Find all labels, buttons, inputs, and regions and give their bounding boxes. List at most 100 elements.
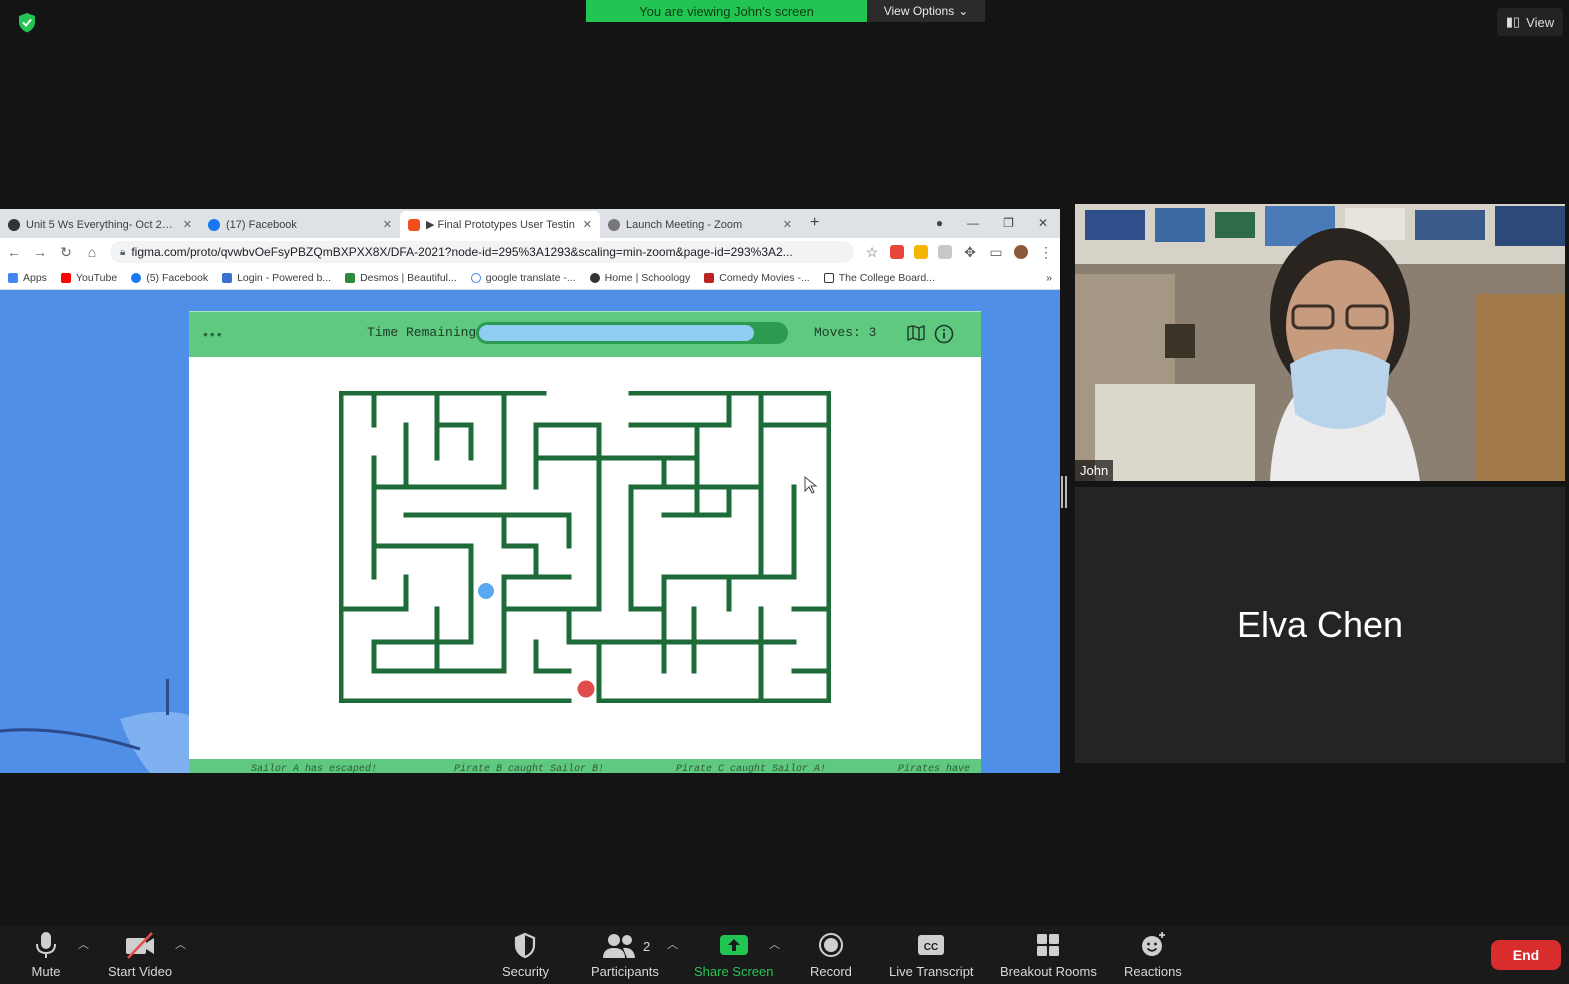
video-off-icon [126, 932, 155, 959]
map-icon[interactable] [907, 325, 925, 341]
browser-tab[interactable]: (17) Facebook ✕ [200, 211, 400, 238]
game-header: ••• Time Remaining Moves: 3 [189, 311, 981, 357]
tab-label: ▶ Final Prototypes User Testin [426, 219, 575, 231]
game-board [189, 357, 981, 759]
bookmark-item[interactable]: Comedy Movies -... [704, 271, 810, 284]
cast-icon[interactable]: ▭ [988, 244, 1004, 261]
star-icon[interactable]: ☆ [864, 244, 880, 261]
participant-name-elva: Elva Chen [1236, 604, 1404, 645]
bookmark-item[interactable]: Login - Powered b... [222, 272, 331, 284]
avatar[interactable] [1014, 245, 1028, 259]
back-icon[interactable]: ← [6, 244, 22, 260]
participant-tile-elva[interactable]: Elva Chen [1075, 487, 1565, 763]
bookmark-item[interactable]: YouTube [60, 271, 118, 284]
bookmark-item[interactable]: Desmos | Beautiful... [345, 272, 457, 284]
record-button[interactable]: Record [810, 930, 852, 979]
facebook-icon [131, 272, 142, 283]
participants-options-chevron-icon[interactable]: ︿ [667, 936, 678, 952]
menu-dots-icon[interactable]: ••• [203, 326, 224, 342]
more-icon[interactable]: ⋮ [1038, 244, 1054, 261]
close-tab-icon[interactable]: ✕ [783, 218, 792, 231]
home-icon[interactable]: ⌂ [84, 244, 100, 260]
browser-tab[interactable]: Unit 5 Ws Everything- Oct 29 2 ✕ [0, 211, 200, 238]
live-transcript-button[interactable]: CC Live Transcript [889, 930, 974, 979]
info-icon[interactable] [934, 324, 954, 344]
breakout-rooms-label: Breakout Rooms [1000, 964, 1097, 979]
facebook-icon [208, 218, 220, 231]
time-remaining-label: Time Remaining [367, 325, 477, 340]
ticker-item: Pirate B caught Sailor B! [454, 764, 605, 773]
bookmark-item[interactable]: (5) Facebook [131, 272, 208, 284]
video-options-chevron-icon[interactable]: ︿ [175, 936, 186, 952]
participants-icon: 2 [602, 934, 650, 958]
breakout-rooms-icon [1037, 934, 1060, 956]
meeting-toolbar: Mute ︿ Start Video ︿ Security 2 Particip… [0, 926, 1569, 984]
close-tab-icon[interactable]: ✕ [383, 218, 392, 231]
view-button[interactable]: ▮▯ View [1497, 8, 1563, 36]
browser-tab[interactable]: Launch Meeting - Zoom ✕ [600, 211, 800, 238]
bookmark-label: Apps [23, 271, 47, 284]
ship-illustration [0, 679, 189, 773]
close-window-icon[interactable]: ✕ [1038, 216, 1048, 230]
audio-options-chevron-icon[interactable]: ︿ [78, 936, 89, 952]
participant-video-john[interactable] [1075, 204, 1565, 481]
close-tab-icon[interactable]: ✕ [583, 218, 592, 231]
ticker-item: Pirate C caught Sailor A! [676, 764, 827, 773]
lock-icon: 🔒︎ [120, 246, 126, 258]
extension-icon[interactable] [890, 245, 904, 259]
extension-icon[interactable] [938, 245, 952, 259]
share-screen-label: Share Screen [694, 964, 774, 979]
bookmark-label: Home | Schoology [604, 271, 691, 284]
bookmarks-bar: Apps YouTube (5) Facebook Login - Powere… [0, 266, 1060, 290]
bookmark-label: (5) Facebook [146, 271, 209, 284]
security-label: Security [502, 964, 549, 979]
minimize-icon[interactable]: — [967, 216, 979, 230]
extension-icon[interactable] [914, 245, 928, 259]
security-shield-icon [515, 932, 536, 959]
bookmark-item[interactable]: Apps [8, 272, 47, 284]
new-tab-icon[interactable]: + [800, 214, 829, 238]
grid-view-icon: ▮▯ [1505, 14, 1521, 29]
record-icon [818, 933, 843, 957]
bookmark-label: Comedy Movies -... [719, 271, 810, 284]
live-transcript-label: Live Transcript [889, 964, 974, 979]
share-options-chevron-icon[interactable]: ︿ [769, 936, 780, 952]
bookmark-label: The College Board... [838, 271, 936, 284]
end-meeting-button[interactable]: End [1491, 940, 1561, 970]
view-options-label: View Options [883, 4, 955, 18]
share-screen-button[interactable]: Share Screen [694, 930, 774, 979]
panel-splitter-handle[interactable] [1061, 476, 1067, 508]
browser-tab-active[interactable]: ▶ Final Prototypes User Testin ✕ [400, 211, 600, 238]
profile-icon[interactable]: ● [936, 216, 943, 230]
breakout-rooms-button[interactable]: Breakout Rooms [1000, 930, 1097, 979]
participants-count: 2 [643, 939, 650, 954]
close-tab-icon[interactable]: ✕ [183, 218, 192, 231]
tab-label: Unit 5 Ws Everything- Oct 29 2 [26, 218, 177, 231]
closed-caption-icon: CC [918, 935, 945, 955]
maze [339, 391, 831, 703]
bookmarks-overflow-icon[interactable]: » [1046, 272, 1052, 284]
security-button[interactable]: Security [502, 930, 549, 979]
participants-button[interactable]: 2 Participants [591, 930, 659, 979]
bookmark-label: Login - Powered b... [237, 271, 332, 284]
view-options-button[interactable]: View Options ⌄ [867, 0, 985, 22]
apps-icon [8, 272, 18, 283]
bookmark-label: YouTube [75, 271, 118, 284]
tab-label: (17) Facebook [226, 218, 297, 231]
mute-button[interactable]: Mute [28, 930, 64, 979]
time-remaining-fill [479, 325, 754, 341]
start-video-button[interactable]: Start Video [108, 930, 172, 979]
restore-icon[interactable]: ❐ [1003, 216, 1014, 230]
forward-icon[interactable]: → [32, 244, 48, 260]
microphone-icon [36, 932, 56, 958]
url-field[interactable]: 🔒︎ figma.com/proto/qvwbvOeFsyPBZQmBXPXX8… [110, 241, 854, 263]
reactions-button[interactable]: Reactions [1124, 930, 1182, 979]
svg-text:CC: CC [924, 942, 938, 953]
bookmark-item[interactable]: Home | Schoology [589, 271, 691, 284]
bookmark-item[interactable]: google translate -... [470, 272, 576, 284]
reload-icon[interactable]: ↻ [58, 244, 74, 261]
window-controls: ● — ❐ ✕ [936, 216, 1060, 238]
red-player-token [577, 680, 595, 698]
bookmark-item[interactable]: The College Board... [823, 271, 936, 284]
puzzle-icon[interactable]: ✥ [962, 244, 978, 261]
